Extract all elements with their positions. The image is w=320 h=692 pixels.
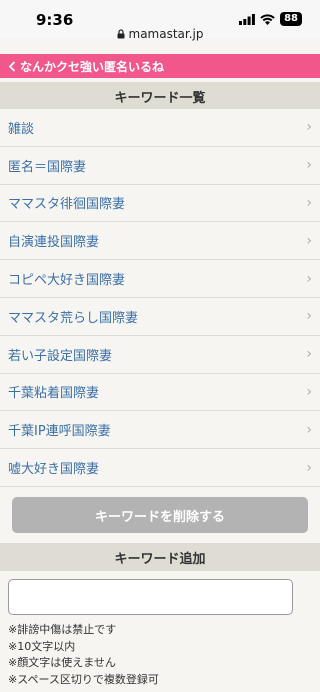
keyword-list-header: キーワード一覧 — [0, 82, 320, 110]
battery-icon: 88 — [280, 12, 302, 26]
note-line: ※顔文字は使えません — [8, 656, 116, 669]
add-keyword-header: キーワード追加 — [0, 543, 320, 571]
chevron-right-icon: › — [306, 459, 312, 476]
url-domain: mamastar.jp — [128, 27, 204, 41]
signal-icon — [239, 13, 255, 25]
keyword-label: 自演連投国際妻 — [8, 235, 100, 251]
back-nav-bar[interactable]: なんかクセ強い匿名いるね — [0, 54, 320, 78]
chevron-right-icon: › — [306, 421, 312, 438]
keyword-item[interactable]: ママスタ徘徊国際妻 › — [0, 184, 320, 223]
lock-icon — [117, 29, 124, 39]
keyword-label: ママスタ徘徊国際妻 — [8, 197, 126, 213]
keyword-label: 匿名＝国際妻 — [8, 159, 87, 175]
delete-keyword-button[interactable]: キーワードを削除する — [12, 497, 308, 533]
note-line: ※スペース区切りで複数登録可 — [8, 672, 159, 686]
chevron-right-icon: › — [306, 346, 312, 363]
chevron-right-icon: › — [306, 157, 312, 174]
keyword-list: 雑談 › 匿名＝国際妻 › ママスタ徘徊国際妻 › 自演連投国際妻 › コピペ大好き国際… — [0, 109, 320, 487]
keyword-item[interactable]: 雑談 › — [0, 109, 320, 147]
chevron-right-icon: › — [306, 270, 312, 287]
chevron-left-icon — [8, 60, 16, 72]
chevron-right-icon: › — [306, 232, 312, 249]
wifi-icon — [260, 13, 275, 25]
chevron-right-icon: › — [306, 194, 312, 211]
keyword-item[interactable]: 千葉粘着国際妻 › — [0, 373, 320, 412]
status-icons: 88 — [239, 12, 302, 26]
keyword-label: 嘘大好き国際妻 — [8, 462, 100, 478]
keyword-item[interactable]: ママスタ荒らし国際妻 › — [0, 297, 320, 336]
keyword-label: 千葉粘着国際妻 — [8, 386, 100, 402]
chevron-right-icon: › — [306, 383, 312, 400]
chevron-right-icon: › — [306, 308, 312, 325]
keyword-item[interactable]: 自演連投国際妻 › — [0, 222, 320, 261]
notes: ※誹謗中傷は禁止です ※10文字以内 ※顔文字は使えません ※スペース区切りで複… — [8, 622, 159, 688]
keyword-label: 若い子設定国際妻 — [8, 348, 113, 364]
keyword-item[interactable]: コピペ大好き国際妻 › — [0, 260, 320, 298]
keyword-label: 千葉IP連呼国際妻 — [8, 424, 111, 440]
keyword-label: 雑談 — [8, 121, 35, 137]
note-line: ※10文字以内 — [8, 639, 76, 653]
keyword-item[interactable]: 若い子設定国際妻 › — [0, 335, 320, 374]
keyword-input[interactable] — [8, 579, 293, 615]
keyword-label: コピペ大好き国際妻 — [8, 273, 126, 289]
back-link-label: なんかクセ強い匿名いるね — [20, 59, 165, 74]
url-bar[interactable]: mamastar.jp — [0, 27, 320, 41]
keyword-item[interactable]: 匿名＝国際妻 › — [0, 146, 320, 185]
note-line: ※誹謗中傷は禁止です — [8, 623, 117, 636]
keyword-item[interactable]: 千葉IP連呼国際妻 › — [0, 411, 320, 450]
keyword-item[interactable]: 嘘大好き国際妻 › — [0, 449, 320, 487]
keyword-label: ママスタ荒らし国際妻 — [8, 310, 139, 326]
chevron-right-icon: › — [306, 119, 312, 136]
